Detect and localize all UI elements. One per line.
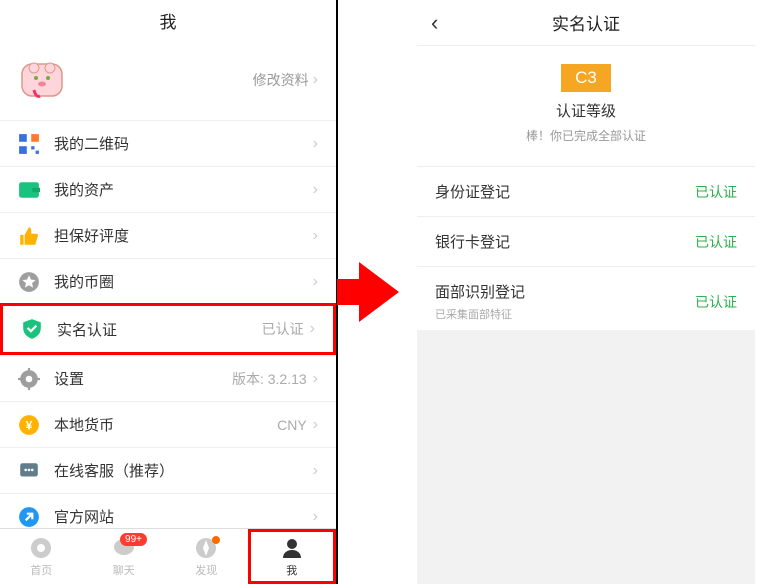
tab-home[interactable]: 首页 [0,529,83,584]
avatar [18,56,66,104]
menu-list: 我的二维码 › 我的资产 › 担保好评度 › 我的币圈 › 实名认证 已 [0,120,336,528]
page-title: 我 [0,0,336,40]
tab-label: 我 [286,562,297,578]
home-icon [29,536,53,560]
cert-summary: C3 认证等级 棒！你已完成全部认证 [417,46,755,166]
menu-assets[interactable]: 我的资产 › [0,166,336,212]
chevron-right-icon: › [313,509,318,525]
cert-level-label: 认证等级 [417,100,755,121]
chevron-right-icon: › [313,371,318,387]
profile-row[interactable]: 修改资料 › [0,40,336,120]
profile-screen: 我 修改资料 › 我的二维码 › 我的资产 › 担保好评 [0,0,338,584]
chevron-right-icon: › [313,274,318,290]
link-icon [18,506,40,528]
verify-subtitle: 已采集面部特征 [435,306,695,322]
header: ‹ 实名认证 [417,0,755,46]
tab-chat[interactable]: 99+ 聊天 [83,529,166,584]
star-icon [18,271,40,293]
verify-status: 已认证 [695,182,737,202]
menu-rating[interactable]: 担保好评度 › [0,212,336,258]
arrow-indicator [338,0,419,584]
menu-label: 官方网站 [54,506,114,527]
chevron-right-icon: › [313,228,318,244]
menu-right-text: 已认证 [262,319,304,339]
tab-discover[interactable]: 发现 [165,529,248,584]
verify-face[interactable]: 面部识别登记 已采集面部特征 已认证 [417,266,755,336]
menu-qrcode[interactable]: 我的二维码 › [0,120,336,166]
chat-icon [18,460,40,482]
gear-icon [18,368,40,390]
menu-label: 本地货币 [54,414,114,435]
menu-coin-circle[interactable]: 我的币圈 › [0,258,336,304]
tab-label: 首页 [30,562,52,578]
menu-right-text: CNY [277,417,307,433]
verify-status: 已认证 [695,292,737,312]
menu-label: 我的币圈 [54,271,114,292]
person-icon [280,536,304,560]
verification-screen: ‹ 实名认证 C3 认证等级 棒！你已完成全部认证 身份证登记 已认证 银行卡登… [417,0,755,584]
chevron-right-icon: › [313,463,318,479]
notification-dot [212,536,220,544]
edit-profile-label: 修改资料 [253,70,309,90]
chevron-right-icon: › [313,182,318,198]
verify-title: 银行卡登记 [435,231,695,252]
edit-profile-link[interactable]: 修改资料 › [253,70,318,90]
menu-label: 在线客服（推荐） [54,460,174,481]
cert-subtitle: 棒！你已完成全部认证 [417,127,755,144]
menu-right-text: 版本: 3.2.13 [232,369,307,389]
arrow-right-icon [359,262,399,322]
tab-me[interactable]: 我 [248,529,337,584]
menu-website[interactable]: 官方网站 › [0,493,336,528]
svg-text:¥: ¥ [26,418,33,432]
menu-settings[interactable]: 设置 版本: 3.2.13 › [0,355,336,401]
chevron-right-icon: › [313,72,318,88]
menu-currency[interactable]: ¥ 本地货币 CNY › [0,401,336,447]
tab-label: 发现 [195,562,217,578]
back-button[interactable]: ‹ [431,10,455,36]
page-title: 实名认证 [455,10,717,35]
menu-label: 设置 [54,368,84,389]
verify-status: 已认证 [695,232,737,252]
badge: 99+ [120,533,147,546]
shield-check-icon [21,318,43,340]
verify-title: 身份证登记 [435,181,695,202]
thumb-up-icon [18,225,40,247]
menu-support[interactable]: 在线客服（推荐） › [0,447,336,493]
qrcode-icon [18,133,40,155]
chevron-right-icon: › [310,321,315,337]
cert-level-badge: C3 [561,64,611,92]
wallet-icon [18,179,40,201]
verify-bank-card[interactable]: 银行卡登记 已认证 [417,216,755,266]
menu-label: 担保好评度 [54,225,129,246]
verify-title: 面部识别登记 [435,281,695,302]
chevron-right-icon: › [313,136,318,152]
menu-label: 我的资产 [54,179,114,200]
chevron-right-icon: › [313,417,318,433]
menu-label: 实名认证 [57,319,117,340]
menu-label: 我的二维码 [54,133,129,154]
currency-icon: ¥ [18,414,40,436]
empty-area [417,330,755,584]
verify-id-card[interactable]: 身份证登记 已认证 [417,166,755,216]
tab-label: 聊天 [113,562,135,578]
tabbar: 首页 99+ 聊天 发现 我 [0,528,336,584]
menu-verification[interactable]: 实名认证 已认证 › [0,303,336,355]
